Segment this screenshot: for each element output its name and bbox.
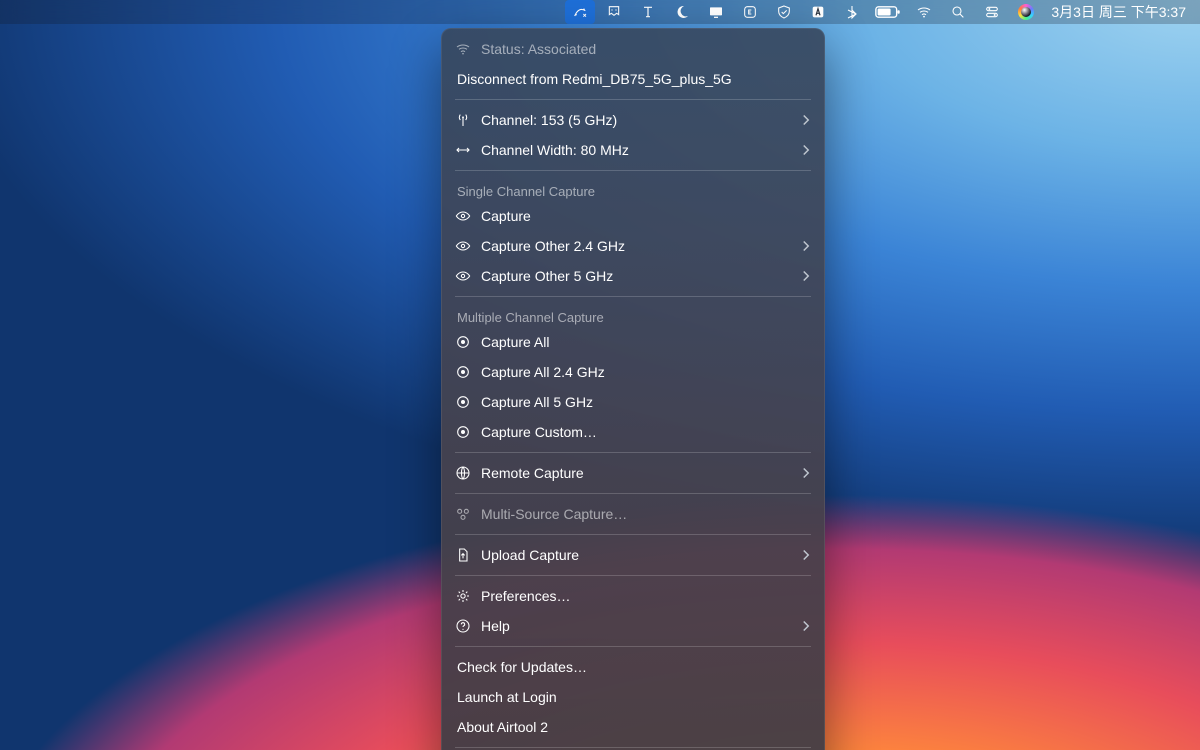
capture-other-24-item[interactable]: Capture Other 2.4 GHz	[441, 231, 825, 261]
divider	[455, 493, 811, 494]
airtool-menubar-icon[interactable]	[565, 0, 595, 24]
control-center-icon[interactable]	[977, 0, 1007, 24]
divider	[455, 747, 811, 748]
divider	[455, 170, 811, 171]
chevron-right-icon	[801, 270, 811, 282]
chevron-right-icon	[801, 240, 811, 252]
menubar: 3月3日 周三 下午3:37	[0, 0, 1200, 24]
capture-all-item[interactable]: Capture All	[441, 327, 825, 357]
shield-check-icon[interactable]	[769, 0, 799, 24]
sources-icon	[455, 506, 471, 522]
wifi-status-row: Status: Associated	[441, 34, 825, 64]
multi-channel-header: Multiple Channel Capture	[441, 302, 825, 327]
divider	[455, 534, 811, 535]
divider	[455, 575, 811, 576]
eye-icon	[455, 238, 471, 254]
disconnect-item[interactable]: Disconnect from Redmi_DB75_5G_plus_5G	[441, 64, 825, 94]
multi-source-item: Multi-Source Capture…	[441, 499, 825, 529]
bluetooth-icon[interactable]	[837, 0, 867, 24]
record-icon	[455, 364, 471, 380]
divider	[455, 296, 811, 297]
wifi-icon[interactable]	[909, 0, 939, 24]
capture-other-5-item[interactable]: Capture Other 5 GHz	[441, 261, 825, 291]
eye-icon	[455, 208, 471, 224]
status-label: Status: Associated	[481, 41, 811, 57]
moon-icon[interactable]	[667, 0, 697, 24]
menubar-clock[interactable]: 3月3日 周三 下午3:37	[1045, 0, 1190, 24]
upload-icon	[455, 547, 471, 563]
capture-all-24-item[interactable]: Capture All 2.4 GHz	[441, 357, 825, 387]
divider	[455, 452, 811, 453]
shield-ghost-icon[interactable]	[599, 0, 629, 24]
channel-width-item[interactable]: Channel Width: 80 MHz	[441, 135, 825, 165]
remote-capture-item[interactable]: Remote Capture	[441, 458, 825, 488]
eye-icon	[455, 268, 471, 284]
capture-all-5-item[interactable]: Capture All 5 GHz	[441, 387, 825, 417]
antenna-icon	[455, 112, 471, 128]
chevron-right-icon	[801, 620, 811, 632]
display-icon[interactable]	[701, 0, 731, 24]
wifi-icon	[455, 41, 471, 57]
airtool-menu: Status: Associated Disconnect from Redmi…	[441, 28, 825, 750]
capture-item[interactable]: Capture	[441, 201, 825, 231]
upload-capture-item[interactable]: Upload Capture	[441, 540, 825, 570]
capture-custom-item[interactable]: Capture Custom…	[441, 417, 825, 447]
chevron-right-icon	[801, 114, 811, 126]
about-item[interactable]: About Airtool 2	[441, 712, 825, 742]
divider	[455, 99, 811, 100]
siri-icon[interactable]	[1011, 0, 1041, 24]
globe-icon	[455, 465, 471, 481]
preferences-item[interactable]: Preferences…	[441, 581, 825, 611]
single-channel-header: Single Channel Capture	[441, 176, 825, 201]
chevron-right-icon	[801, 549, 811, 561]
record-icon	[455, 334, 471, 350]
input-a-icon[interactable]	[803, 0, 833, 24]
check-updates-item[interactable]: Check for Updates…	[441, 652, 825, 682]
help-icon	[455, 618, 471, 634]
channel-item[interactable]: Channel: 153 (5 GHz)	[441, 105, 825, 135]
chevron-right-icon	[801, 144, 811, 156]
launch-login-item[interactable]: Launch at Login	[441, 682, 825, 712]
desktop: 3月3日 周三 下午3:37 Status: Associated Discon…	[0, 0, 1200, 750]
record-icon	[455, 394, 471, 410]
record-icon	[455, 424, 471, 440]
divider	[455, 646, 811, 647]
spotlight-icon[interactable]	[943, 0, 973, 24]
text-tool-icon[interactable]	[633, 0, 663, 24]
battery-icon[interactable]	[871, 0, 905, 24]
app-e-icon[interactable]	[735, 0, 765, 24]
width-icon	[455, 142, 471, 158]
chevron-right-icon	[801, 467, 811, 479]
help-item[interactable]: Help	[441, 611, 825, 641]
gear-icon	[455, 588, 471, 604]
